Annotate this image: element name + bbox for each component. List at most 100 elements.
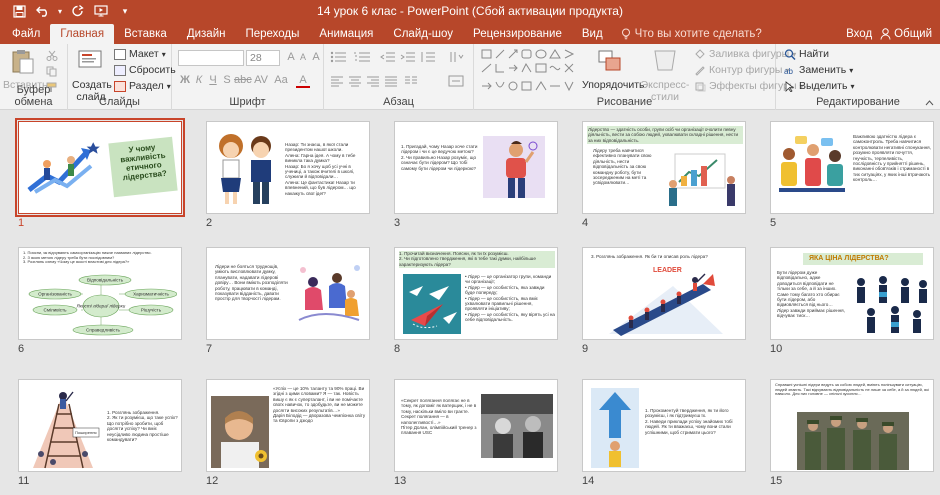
- justify-icon[interactable]: [384, 75, 398, 87]
- new-slide-icon: [78, 50, 102, 68]
- search-icon: [784, 48, 796, 60]
- text-direction-icon[interactable]: [448, 51, 464, 63]
- drawing-group-label: Рисование: [596, 96, 653, 108]
- tab-file[interactable]: Файл: [2, 24, 50, 44]
- font-group-label: Шрифт: [229, 96, 266, 108]
- cut-icon[interactable]: [46, 48, 58, 62]
- decrease-font-icon[interactable]: A: [296, 52, 310, 62]
- numbering-icon[interactable]: [354, 51, 372, 63]
- align-right-icon[interactable]: [366, 75, 380, 87]
- paint-bucket-icon: [695, 48, 705, 59]
- layout-button[interactable]: Макет ▾: [114, 47, 166, 61]
- tab-insert[interactable]: Вставка: [114, 24, 177, 44]
- align-text-icon[interactable]: [448, 75, 464, 87]
- slide-thumbnail-11[interactable]: Поширення 1. Розглянь зображення. 2. Як …: [18, 379, 182, 472]
- quick-styles-button[interactable]: Экспресс-стили: [638, 48, 692, 103]
- scheme-node-5: Сміливість: [44, 308, 68, 313]
- signin-link[interactable]: Вход: [846, 28, 872, 40]
- customize-qat-icon[interactable]: ▾: [114, 1, 136, 21]
- italic-icon[interactable]: К: [192, 74, 206, 86]
- layout-icon: [114, 48, 126, 60]
- tab-design[interactable]: Дизайн: [177, 24, 236, 44]
- find-button[interactable]: Найти: [784, 47, 829, 61]
- tab-home[interactable]: Главная: [50, 24, 115, 44]
- underline-icon[interactable]: Ч: [206, 74, 220, 86]
- increase-indent-icon[interactable]: [400, 51, 416, 63]
- tab-transitions[interactable]: Переходы: [235, 24, 309, 44]
- bold-icon[interactable]: Ж: [178, 74, 192, 86]
- slides-group-label: Слайды: [99, 96, 140, 108]
- slide-thumbnail-1[interactable]: У чому важливість етичного лідерства?: [15, 118, 185, 217]
- slide-thumbnail-6[interactable]: 1. Поясни, як відчувають самоорганізацію…: [18, 247, 182, 340]
- share-label: Общий: [894, 28, 932, 40]
- replace-button[interactable]: ab Заменить ▾: [784, 63, 853, 77]
- slide-thumbnail-8[interactable]: 1. Прочитай визначення. Поясни, як ти їх…: [394, 247, 558, 340]
- tab-slideshow[interactable]: Слайд-шоу: [383, 24, 463, 44]
- redo-icon[interactable]: [66, 1, 88, 21]
- paragraph-group-label: Абзац: [383, 96, 414, 108]
- soldiers-photo: [797, 412, 909, 470]
- clear-formatting-icon[interactable]: A: [309, 51, 323, 63]
- font-color-icon[interactable]: A: [296, 74, 310, 88]
- decrease-indent-icon[interactable]: [380, 51, 396, 63]
- slide-3-questions: 1. Пригадай, чому Назар хоче стати лідер…: [401, 144, 478, 171]
- slide-thumbnail-10[interactable]: ЯКА ЦІНА ЛІДЕРСТВА? Бути лідером дуже ві…: [770, 247, 934, 340]
- copy-icon[interactable]: [46, 64, 58, 78]
- replace-icon: ab: [784, 67, 793, 76]
- section-button[interactable]: Раздел ▾: [114, 79, 171, 93]
- undo-icon[interactable]: [32, 1, 54, 21]
- undo-dropdown-icon[interactable]: ▾: [56, 1, 64, 21]
- svg-text:Поширення: Поширення: [75, 430, 97, 435]
- slide-thumbnail-4[interactable]: Лідерство — здатність особи, групи осіб …: [582, 121, 746, 214]
- slide-thumbnail-2[interactable]: Назар: Ти знаєш, в якої стали президенто…: [206, 121, 370, 214]
- slide-thumbnail-3[interactable]: 1. Пригадай, чому Назар хоче стати лідер…: [394, 121, 558, 214]
- growth-arrow-illustration: [591, 388, 639, 468]
- line-spacing-icon[interactable]: [420, 51, 436, 63]
- tab-view[interactable]: Вид: [572, 24, 613, 44]
- reset-button[interactable]: Сбросить: [114, 63, 176, 77]
- slide-thumbnail-14[interactable]: 1. Прокоментуй твердження, як ти його ро…: [582, 379, 746, 472]
- new-slide-button[interactable]: Создать слайд: [72, 48, 112, 103]
- bullets-icon[interactable]: [330, 51, 348, 63]
- share-button[interactable]: Общий: [880, 28, 932, 40]
- slide-number-3: 3: [394, 217, 401, 229]
- slide-8-header: 1. Прочитай визначення. Поясни, як ти їх…: [399, 251, 555, 268]
- slides-group: Создать слайд Макет ▾ Сбросить Раздел ▾ Сл…: [68, 44, 176, 110]
- slide-thumbnail-12[interactable]: «Успіх — це 10% таланту та 90% праці. Ви…: [206, 379, 370, 472]
- shapes-gallery[interactable]: [480, 48, 576, 92]
- start-from-beginning-icon[interactable]: [90, 1, 112, 21]
- slide-number-2: 2: [206, 217, 213, 229]
- shadow-icon[interactable]: S: [220, 74, 234, 86]
- arrange-button[interactable]: Упорядочить: [582, 48, 644, 91]
- align-left-icon[interactable]: [330, 75, 344, 87]
- tab-animations[interactable]: Анимация: [309, 24, 383, 44]
- thinking-man-illustration: [506, 141, 538, 198]
- strikethrough-icon[interactable]: abc: [234, 74, 252, 86]
- editing-group: Найти ab Заменить ▾ Выделить ▾ Редактирова…: [776, 44, 940, 110]
- collapse-ribbon-icon[interactable]: [925, 100, 934, 106]
- slide-thumbnail-9[interactable]: 3. Розглянь зображення. Як би ти описав …: [582, 247, 746, 340]
- paper-planes-illustration: [403, 274, 461, 334]
- tell-me-box[interactable]: Что вы хотите сделать?: [613, 24, 770, 44]
- scheme-node-4: Харизматичність: [133, 292, 169, 297]
- columns-icon[interactable]: [404, 75, 418, 87]
- slide-thumbnail-13[interactable]: «Секрет полягання полягає не в тому, як …: [394, 379, 558, 472]
- slide-thumbnail-15[interactable]: Справжні успішні лідери ведуть за собою …: [770, 379, 934, 472]
- drawing-group: Упорядочить Экспресс-стили Заливка фигур…: [474, 44, 804, 110]
- reset-label: Сбросить: [129, 64, 176, 76]
- font-size-input[interactable]: 28: [246, 50, 280, 66]
- select-button[interactable]: Выделить ▾: [784, 79, 854, 93]
- slide-thumbnail-5[interactable]: Важливою здатністю лідера є самоконтроль…: [770, 121, 934, 214]
- change-case-icon[interactable]: Aa: [274, 74, 288, 86]
- slide-thumbnail-7[interactable]: Лідери не бояться труднощів, уміють висл…: [206, 247, 370, 340]
- align-center-icon[interactable]: [348, 75, 362, 87]
- success-ladder-illustration: Поширення: [33, 391, 100, 469]
- font-name-input[interactable]: [178, 50, 244, 66]
- tab-review[interactable]: Рецензирование: [463, 24, 572, 44]
- character-spacing-icon[interactable]: AV: [254, 74, 268, 86]
- tell-me-text: Что вы хотите сделать?: [634, 28, 762, 40]
- slide-number-10: 10: [770, 343, 783, 355]
- slide-number-13: 13: [394, 475, 407, 487]
- slide-number-9: 9: [582, 343, 589, 355]
- save-icon[interactable]: [8, 1, 30, 21]
